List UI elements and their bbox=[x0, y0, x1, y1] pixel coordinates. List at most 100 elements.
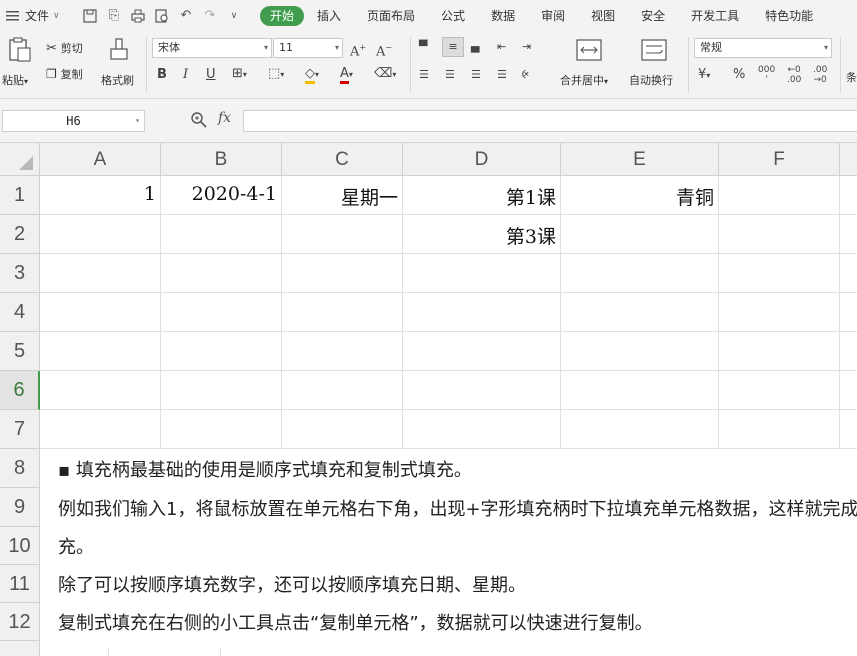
fill-color-icon[interactable]: ◇▾ bbox=[305, 66, 319, 84]
distributed-icon[interactable]: ⨴ bbox=[522, 67, 530, 83]
align-center-icon[interactable]: ☰ bbox=[445, 67, 455, 83]
row-header-11[interactable]: 11 bbox=[0, 565, 40, 603]
justify-icon[interactable]: ☰ bbox=[497, 67, 507, 83]
fx-icon[interactable]: fx bbox=[218, 110, 231, 126]
tab-view[interactable]: 视图 bbox=[578, 6, 628, 26]
row-header-12[interactable]: 12 bbox=[0, 603, 40, 641]
decrease-indent-icon[interactable]: ⇤ bbox=[497, 39, 506, 55]
align-top-icon[interactable]: ▀ bbox=[419, 39, 427, 55]
number-format-value: 常规 bbox=[700, 41, 722, 54]
copy-button[interactable]: ❐ 复制 bbox=[46, 66, 83, 82]
font-color-icon[interactable]: A▾ bbox=[340, 66, 353, 84]
format-painter-label: 格式刷 bbox=[101, 74, 134, 87]
export-icon[interactable]: ⎘ bbox=[106, 8, 122, 24]
font-name-select[interactable]: 宋体 ▾ bbox=[152, 38, 272, 58]
decrease-decimal-icon[interactable]: .00 →0 bbox=[813, 65, 827, 85]
row-header-13[interactable] bbox=[0, 641, 40, 656]
name-box[interactable]: H6 ▾ bbox=[2, 110, 145, 132]
paste-button[interactable]: 粘贴▾ bbox=[2, 37, 36, 93]
tab-data[interactable]: 数据 bbox=[478, 6, 528, 26]
customize-chevron-icon[interactable]: ∨ bbox=[226, 8, 242, 24]
row-header-2[interactable]: 2 bbox=[0, 215, 40, 254]
increase-font-icon[interactable]: A+ bbox=[350, 40, 366, 60]
cell-a1[interactable]: 1 bbox=[40, 183, 156, 205]
percent-icon[interactable]: % bbox=[733, 67, 745, 83]
select-all-corner[interactable] bbox=[0, 143, 40, 176]
column-header-e[interactable]: E bbox=[561, 143, 719, 176]
underline-icon[interactable]: U bbox=[206, 67, 216, 83]
conditional-format-label[interactable]: 条 bbox=[846, 69, 857, 85]
cell-b1[interactable]: 2020-4-1 bbox=[161, 183, 277, 205]
font-size-select[interactable]: 11 ▾ bbox=[273, 38, 343, 58]
cut-label: 剪切 bbox=[60, 42, 83, 55]
column-header-f[interactable]: F bbox=[719, 143, 840, 176]
chevron-down-icon: ▾ bbox=[263, 43, 268, 52]
number-format-select[interactable]: 常规 ▾ bbox=[694, 38, 832, 58]
bold-icon[interactable]: B bbox=[157, 67, 167, 83]
border-icon[interactable]: ⊞▾ bbox=[232, 66, 247, 83]
quick-access-toolbar: ⎘ ↶ ↷ ∨ bbox=[76, 8, 242, 24]
column-header-d[interactable]: D bbox=[403, 143, 561, 176]
row-header-6[interactable]: 6 bbox=[0, 371, 40, 410]
tab-formulas[interactable]: 公式 bbox=[428, 6, 478, 26]
align-left-icon[interactable]: ☰ bbox=[419, 67, 429, 83]
decrease-font-icon[interactable]: A− bbox=[376, 40, 392, 60]
row-header-4[interactable]: 4 bbox=[0, 293, 40, 332]
cell-d2[interactable]: 第3课 bbox=[403, 222, 556, 249]
formula-input[interactable] bbox=[243, 110, 857, 132]
thousands-separator-icon[interactable]: 000 ʼ bbox=[758, 65, 775, 85]
column-header-a[interactable]: A bbox=[40, 143, 161, 176]
column-header-b[interactable]: B bbox=[161, 143, 282, 176]
cut-button[interactable]: ✂ 剪切 bbox=[46, 40, 83, 56]
column-header-g[interactable] bbox=[840, 143, 857, 176]
font-name-value: 宋体 bbox=[158, 41, 180, 54]
cell-e1[interactable]: 青铜 bbox=[561, 183, 714, 210]
cell-d1[interactable]: 第1课 bbox=[403, 183, 556, 210]
format-painter-button[interactable]: 格式刷 bbox=[99, 37, 139, 93]
merge-cells-icon bbox=[576, 39, 602, 61]
tab-security[interactable]: 安全 bbox=[628, 6, 678, 26]
wrap-text-button[interactable]: 自动换行 bbox=[626, 37, 682, 93]
currency-icon[interactable]: ¥▾ bbox=[698, 67, 710, 84]
align-right-icon[interactable]: ☰ bbox=[471, 67, 481, 83]
column-header-c[interactable]: C bbox=[282, 143, 403, 176]
row-header-7[interactable]: 7 bbox=[0, 410, 40, 449]
row-header-5[interactable]: 5 bbox=[0, 332, 40, 371]
zoom-icon[interactable] bbox=[190, 111, 208, 129]
chevron-down-icon: ▾ bbox=[334, 43, 339, 52]
redo-icon[interactable]: ↷ bbox=[202, 8, 218, 24]
tab-review[interactable]: 审阅 bbox=[528, 6, 578, 26]
increase-indent-icon[interactable]: ⇥ bbox=[522, 39, 531, 55]
tab-special-features[interactable]: 特色功能 bbox=[752, 6, 826, 26]
file-menu[interactable]: 文件 ∨ bbox=[0, 7, 76, 24]
italic-icon[interactable]: I bbox=[183, 67, 188, 83]
align-middle-icon[interactable]: ≡ bbox=[442, 37, 464, 57]
chevron-down-icon: ∨ bbox=[53, 10, 60, 21]
cell-c1[interactable]: 星期一 bbox=[282, 183, 398, 210]
tab-developer[interactable]: 开发工具 bbox=[678, 6, 752, 26]
file-menu-label: 文件 bbox=[25, 9, 50, 23]
note-line-1: ▪ 填充柄最基础的使用是顺序式填充和复制式填充。 bbox=[58, 460, 472, 481]
grid-line bbox=[40, 370, 857, 371]
align-bottom-icon[interactable]: ▄ bbox=[471, 39, 479, 55]
spreadsheet-grid[interactable]: A B C D E F 1 2 3 4 5 6 7 8 9 10 11 12 1… bbox=[0, 143, 857, 656]
font-size-value: 11 bbox=[279, 41, 293, 54]
row-header-3[interactable]: 3 bbox=[0, 254, 40, 293]
tab-insert[interactable]: 插入 bbox=[304, 6, 354, 26]
row-header-8[interactable]: 8 bbox=[0, 449, 40, 488]
save-icon[interactable] bbox=[82, 8, 98, 24]
tab-page-layout[interactable]: 页面布局 bbox=[354, 6, 428, 26]
eraser-icon[interactable]: ⌫▾ bbox=[374, 66, 396, 83]
merge-center-button[interactable]: 合并居中▾ bbox=[558, 37, 620, 93]
tab-home[interactable]: 开始 bbox=[260, 5, 305, 26]
fill-pattern-icon[interactable]: ⬚▾ bbox=[268, 66, 284, 83]
print-icon[interactable] bbox=[130, 8, 146, 24]
row-header-10[interactable]: 10 bbox=[0, 527, 40, 565]
row-header-9[interactable]: 9 bbox=[0, 488, 40, 527]
print-preview-icon[interactable] bbox=[154, 8, 170, 24]
ribbon-divider bbox=[840, 37, 841, 93]
copy-label: 复制 bbox=[60, 68, 83, 81]
undo-icon[interactable]: ↶ bbox=[178, 8, 194, 24]
increase-decimal-icon[interactable]: ←0.00 bbox=[787, 65, 801, 85]
row-header-1[interactable]: 1 bbox=[0, 176, 40, 215]
